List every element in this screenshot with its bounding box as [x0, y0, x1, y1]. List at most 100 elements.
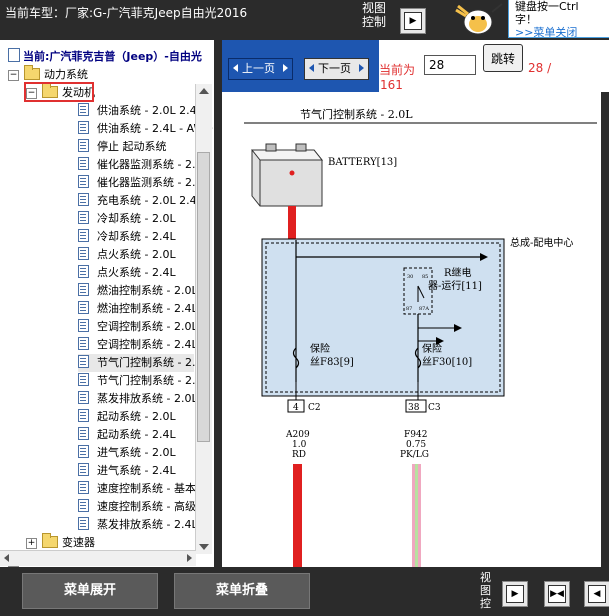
prev-icon	[233, 64, 238, 72]
tree-item[interactable]: 充电系统 - 2.0L 2.4L	[78, 192, 203, 210]
folder-icon	[42, 533, 58, 548]
tree-item[interactable]: 起动系统 - 2.4L	[78, 426, 176, 444]
arrow-right-icon: ▶	[506, 585, 524, 603]
tree-item[interactable]: 燃油控制系统 - 2.4L	[78, 300, 198, 318]
tree-item[interactable]: 点火系统 - 2.0L	[78, 246, 176, 264]
tree-item[interactable]: 节气门控制系统 - 2.0L	[78, 354, 209, 372]
prev-page-button[interactable]: 上一页	[228, 58, 293, 80]
document-scrollbar[interactable]	[601, 92, 609, 567]
next-page-button[interactable]: 下一页	[304, 58, 369, 80]
tree-item[interactable]: 催化器监测系统 - 2.4L	[78, 174, 209, 192]
document-icon	[78, 409, 89, 422]
document-icon	[78, 517, 89, 530]
tree-item[interactable]: 停止 起动系统	[78, 138, 167, 156]
tree-item-label: 冷却系统 - 2.4L	[97, 230, 176, 243]
tree-item-label: 点火系统 - 2.4L	[97, 266, 176, 279]
next-icon	[358, 64, 364, 72]
jump-button[interactable]: 跳转	[483, 44, 523, 72]
tree-item[interactable]: 燃油控制系统 - 2.0L	[78, 282, 198, 300]
tree-item-label: 供油系统 - 2.0L 2.4L	[97, 104, 203, 117]
page-number-input[interactable]	[424, 55, 476, 75]
bottom-bar: 菜单展开 菜单折叠 视图控 ▶ ▶◀ ◀	[0, 567, 609, 616]
tree-item[interactable]: 空调控制系统 - 2.0L	[78, 318, 198, 336]
document-icon	[78, 247, 89, 260]
view-split-button[interactable]: ▶◀	[544, 581, 570, 607]
document-icon	[78, 139, 89, 152]
tree-item[interactable]: 速度控制系统 - 高级版	[78, 498, 207, 516]
menu-collapse-button[interactable]: 菜单折叠	[174, 573, 310, 609]
tree-item-label: 节气门控制系统 - 2.0L	[97, 356, 209, 369]
collapse-icon[interactable]: −	[8, 70, 19, 81]
document-icon	[78, 229, 89, 242]
panel-divider[interactable]	[214, 40, 222, 567]
document-icon	[78, 301, 89, 314]
document-icon	[78, 319, 89, 332]
wire2-id: F942	[404, 430, 427, 440]
battery-cable	[288, 206, 296, 240]
expand-icon[interactable]: +	[26, 538, 37, 549]
scroll-up-icon[interactable]	[199, 88, 209, 94]
pdc-label: 总成-配电中心	[510, 236, 573, 249]
scroll-right-icon[interactable]	[187, 554, 192, 562]
tree-item[interactable]: 冷却系统 - 2.4L	[78, 228, 176, 246]
tree-item-label: 进气系统 - 2.0L	[97, 446, 176, 459]
document-icon	[78, 373, 89, 386]
folder-icon	[24, 65, 40, 80]
document-icon	[78, 265, 89, 278]
tree-horizontal-scrollbar[interactable]	[0, 550, 196, 566]
tree-item[interactable]: 节气门控制系统 - 2.4L	[78, 372, 209, 390]
tree-item-label: 燃油控制系统 - 2.0L	[97, 284, 198, 297]
scroll-thumb[interactable]	[197, 152, 210, 442]
view-next-button[interactable]: ▶	[502, 581, 528, 607]
page-count-a: 28 /	[528, 61, 552, 75]
tree-vertical-scrollbar[interactable]	[195, 84, 212, 554]
document-icon	[78, 463, 89, 476]
tree-item[interactable]: 蒸发排放系统 - 2.4L	[78, 516, 198, 534]
svg-text:85: 85	[422, 274, 428, 280]
document-icon	[78, 157, 89, 170]
bottom-view-control-label: 视图控	[480, 571, 491, 610]
tree-title-icon	[8, 48, 20, 62]
document-icon	[78, 337, 89, 350]
tree-item[interactable]: 供油系统 - 2.0L 2.4L	[78, 102, 203, 120]
document-icon	[78, 481, 89, 494]
tree-item-label: 空调控制系统 - 2.0L	[97, 320, 198, 333]
tree-item[interactable]: 起动系统 - 2.0L	[78, 408, 176, 426]
scroll-left-icon[interactable]	[4, 554, 9, 562]
document-icon	[78, 211, 89, 224]
tree-item[interactable]: 进气系统 - 2.4L	[78, 462, 176, 480]
svg-text:87A: 87A	[419, 306, 429, 312]
document-icon	[78, 445, 89, 458]
tree-item-label: 速度控制系统 - 基本型	[97, 482, 207, 495]
document-icon	[78, 175, 89, 188]
view-prev-button[interactable]: ◀	[584, 581, 609, 607]
tree-item[interactable]: 催化器监测系统 - 2.0L	[78, 156, 209, 174]
wire2-size: 0.75	[406, 440, 426, 450]
catalog-tree: 当前:广汽菲克吉普（Jeep）-自由光 − 动力系统 − 发动机 供油系统 - 2.0L…	[0, 40, 215, 567]
power-distribution-center	[261, 238, 505, 397]
tree-item[interactable]: 点火系统 - 2.4L	[78, 264, 176, 282]
menu-close-link[interactable]: >>菜单关闭	[515, 26, 609, 37]
tree-item[interactable]: 蒸发排放系统 - 2.0L	[78, 390, 198, 408]
view-control-button[interactable]: ▶	[400, 8, 426, 34]
tree-item[interactable]: 进气系统 - 2.0L	[78, 444, 176, 462]
mascot-icon	[448, 0, 510, 40]
tree-item-label: 燃油控制系统 - 2.4L	[97, 302, 198, 315]
wiring-diagram: 节气门控制系统 - 2.0L BATTERY[13] 总成-配电中心 30 85…	[244, 107, 597, 567]
tree-item-label: 催化器监测系统 - 2.4L	[97, 176, 209, 189]
tree-item[interactable]: 空调控制系统 - 2.4L	[78, 336, 198, 354]
wire-a209	[293, 464, 302, 567]
svg-text:C2: C2	[308, 403, 321, 413]
tree-item-label: 起动系统 - 2.4L	[97, 428, 176, 441]
tree-item[interactable]: 冷却系统 - 2.0L	[78, 210, 176, 228]
help-text-line2: 字！	[515, 13, 537, 26]
vehicle-model-label: 当前车型：厂家:G-广汽菲克Jeep自由光2016	[5, 6, 248, 20]
document-icon	[78, 283, 89, 296]
highlight-box	[24, 82, 94, 102]
menu-expand-button[interactable]: 菜单展开	[22, 573, 158, 609]
tree-item[interactable]: 供油系统 - 2.4L - AWD	[78, 120, 213, 138]
tree-item[interactable]: 速度控制系统 - 基本型	[78, 480, 207, 498]
wire2-color: PK/LG	[400, 450, 429, 460]
scroll-down-icon[interactable]	[199, 544, 209, 550]
relay-label-1: R继电	[444, 266, 472, 279]
